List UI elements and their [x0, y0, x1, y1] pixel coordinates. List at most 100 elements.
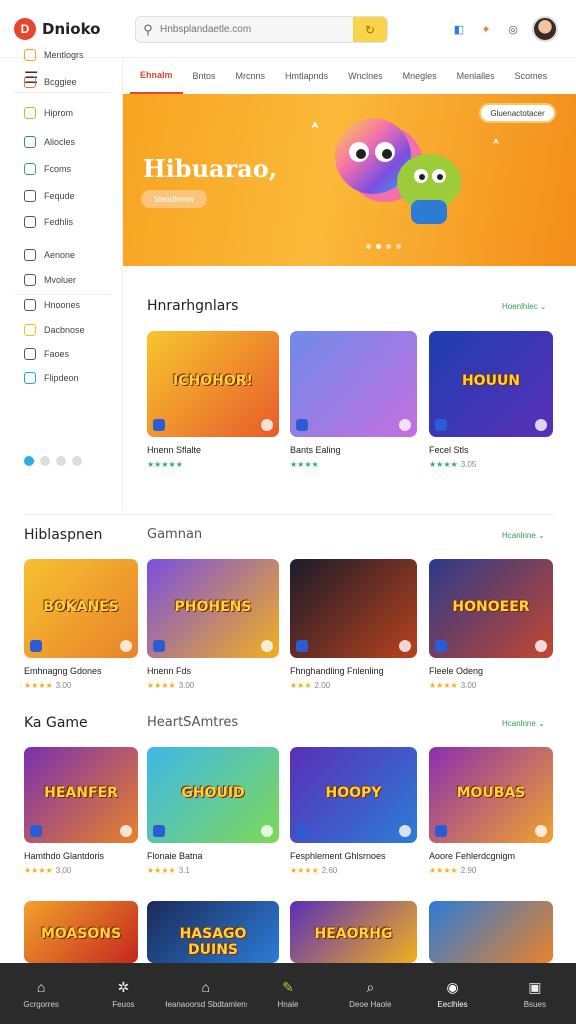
social-icon[interactable]	[24, 456, 34, 466]
game-card[interactable]: HONOEER Fleele Odeng ★★★★ 3.00	[429, 559, 553, 690]
avatar[interactable]	[532, 16, 558, 42]
game-thumbnail-title: HASAGO DUINS	[179, 925, 247, 958]
game-thumbnail[interactable]: HOUUN	[429, 331, 553, 437]
game-card[interactable]: BOKANES Emhnagng Gdones ★★★★ 3.00	[24, 559, 138, 690]
banner-dot[interactable]	[366, 244, 371, 249]
settings-icon[interactable]: ◎	[505, 21, 521, 37]
banner-action-pill[interactable]: Gluenactotacer	[479, 103, 556, 123]
sidebar-item[interactable]: Faoes	[24, 348, 69, 360]
app-logo[interactable]: D Dnioko	[14, 17, 134, 40]
game-thumbnail[interactable]	[290, 331, 417, 437]
game-card[interactable]: HASAGO DUINS	[147, 901, 279, 963]
favorite-icon[interactable]	[399, 640, 411, 652]
sidebar-item[interactable]: Fequde	[24, 190, 75, 202]
game-thumbnail[interactable]: HOOPY	[290, 747, 417, 843]
tab[interactable]: Wnclnes	[338, 58, 393, 94]
game-thumbnail[interactable]: BOKANES	[24, 559, 138, 658]
sidebar-item[interactable]: Aliocles	[24, 136, 75, 148]
game-thumbnail[interactable]: GHOUID	[147, 747, 279, 843]
game-card[interactable]: MOASONS	[24, 901, 138, 963]
sidebar-item[interactable]: Hiprom	[24, 107, 73, 119]
game-card[interactable]: PHOHENS Hnenn Fds ★★★★ 3.00	[147, 559, 279, 690]
social-icon[interactable]	[72, 456, 82, 466]
section-more-link[interactable]: Hcanlnne ⌄	[502, 531, 545, 540]
nav-item[interactable]: ▣ Bsues	[494, 963, 576, 1024]
game-card[interactable]: Fhnghandling Fnlenling ★★★ 2.00	[290, 559, 417, 690]
game-card[interactable]: ICHOHOR! Hnenn Sflalte ★★★★★	[147, 331, 279, 469]
search-input[interactable]	[160, 24, 353, 35]
game-thumbnail[interactable]: HEAORHG	[290, 901, 417, 963]
banner-dot[interactable]	[396, 244, 401, 249]
game-card[interactable]: GHOUID Flonaie Batna ★★★★ 3.1	[147, 747, 279, 875]
tab[interactable]: Hmtlapnds	[275, 58, 338, 94]
favorite-icon[interactable]	[535, 640, 547, 652]
game-thumbnail[interactable]: MOUBAS	[429, 747, 553, 843]
tab[interactable]: Scomes	[505, 58, 558, 94]
favorite-icon[interactable]	[261, 825, 273, 837]
sidebar-item[interactable]: Hnoones	[24, 299, 80, 311]
game-card[interactable]	[429, 901, 553, 963]
banner-dot[interactable]	[386, 244, 391, 249]
favorite-icon[interactable]	[399, 419, 411, 431]
favorite-icon[interactable]	[399, 825, 411, 837]
hero-banner[interactable]: Gluenactotacer Hibuarao, Stendlemer	[123, 94, 576, 266]
game-thumbnail[interactable]: ICHOHOR!	[147, 331, 279, 437]
game-card[interactable]: HEANFER Hamthdo Glantdoris ★★★★ 3.00	[24, 747, 138, 875]
nav-item[interactable]: ⌕ Deoe Haole	[329, 963, 411, 1024]
tab[interactable]: Ehnalm	[130, 58, 183, 94]
nav-item[interactable]: ⌂ Heanaoorsd Sbdtamlens	[165, 963, 247, 1024]
game-card[interactable]: MOUBAS Aoore Fehlerdcgnigm ★★★★ 2.90	[429, 747, 553, 875]
game-thumbnail[interactable]: HEANFER	[24, 747, 138, 843]
nav-item[interactable]: ⌂ Gcrgorres	[0, 963, 82, 1024]
sidebar-item[interactable]: Fcoms	[24, 163, 71, 175]
sidebar-item[interactable]: Bcggiee	[24, 76, 77, 88]
game-thumbnail[interactable]: HONOEER	[429, 559, 553, 658]
game-thumbnail[interactable]	[290, 559, 417, 658]
sidebar-item-icon	[24, 216, 36, 228]
search-submit-button[interactable]: ↻	[353, 17, 387, 42]
nav-item[interactable]: ◉ Eeclhles	[411, 963, 493, 1024]
search-bar: ⚲ ↻	[135, 16, 388, 43]
section-more-link[interactable]: Hcanlnne ⌄	[502, 719, 545, 728]
tab[interactable]: Bntos	[183, 58, 226, 94]
game-rating: ★★★★ 3.00	[24, 681, 138, 690]
nav-item-label: Eeclhles	[437, 1000, 468, 1009]
shop-icon[interactable]: ◧	[451, 21, 467, 37]
favorite-icon[interactable]	[261, 640, 273, 652]
sidebar-item[interactable]: Fedhlis	[24, 216, 73, 228]
sidebar-item[interactable]: Mvoluer	[24, 274, 76, 286]
gift-icon[interactable]: ✦	[478, 21, 494, 37]
sidebar-item[interactable]: Aenone	[24, 249, 75, 261]
sidebar-item[interactable]: Dacbnose	[24, 324, 85, 336]
game-card[interactable]: Bants Ealing ★★★★	[290, 331, 417, 469]
sidebar-item[interactable]: Mentlogrs	[24, 49, 84, 61]
banner-cta-button[interactable]: Stendlemer	[141, 190, 207, 208]
banner-dot[interactable]	[376, 244, 381, 249]
nav-item[interactable]: ✎ Hnale	[247, 963, 329, 1024]
tab[interactable]: Mrcnns	[226, 58, 276, 94]
section-more-link[interactable]: Hoenlhlec ⌄	[502, 302, 547, 311]
favorite-icon[interactable]	[120, 640, 132, 652]
favorite-icon[interactable]	[261, 419, 273, 431]
game-thumbnail[interactable]	[429, 901, 553, 963]
home-icon: ⌂	[36, 979, 46, 995]
game-thumbnail[interactable]: MOASONS	[24, 901, 138, 963]
game-card[interactable]: HOOPY Fesphlement Ghlsrnoes ★★★★ 2.60	[290, 747, 417, 875]
game-thumbnail[interactable]: PHOHENS	[147, 559, 279, 658]
game-title: Fhnghandling Fnlenling	[290, 666, 384, 676]
tab[interactable]: Mnegles	[393, 58, 447, 94]
nav-item-label: Feuos	[112, 1000, 135, 1009]
game-thumbnail-title: MOASONS	[40, 925, 122, 942]
favorite-icon[interactable]	[120, 825, 132, 837]
game-card[interactable]: HEAORHG	[290, 901, 417, 963]
favorite-icon[interactable]	[535, 419, 547, 431]
social-icon[interactable]	[40, 456, 50, 466]
game-thumbnail[interactable]: HASAGO DUINS	[147, 901, 279, 963]
tab[interactable]: Menlalles	[447, 58, 505, 94]
platform-badge-icon	[296, 825, 308, 837]
game-card[interactable]: HOUUN Fecel Stls ★★★★ 3.05	[429, 331, 553, 469]
social-icon[interactable]	[56, 456, 66, 466]
sidebar-item[interactable]: Flipdeon	[24, 372, 79, 384]
nav-item[interactable]: ✲ Feuos	[82, 963, 164, 1024]
favorite-icon[interactable]	[535, 825, 547, 837]
